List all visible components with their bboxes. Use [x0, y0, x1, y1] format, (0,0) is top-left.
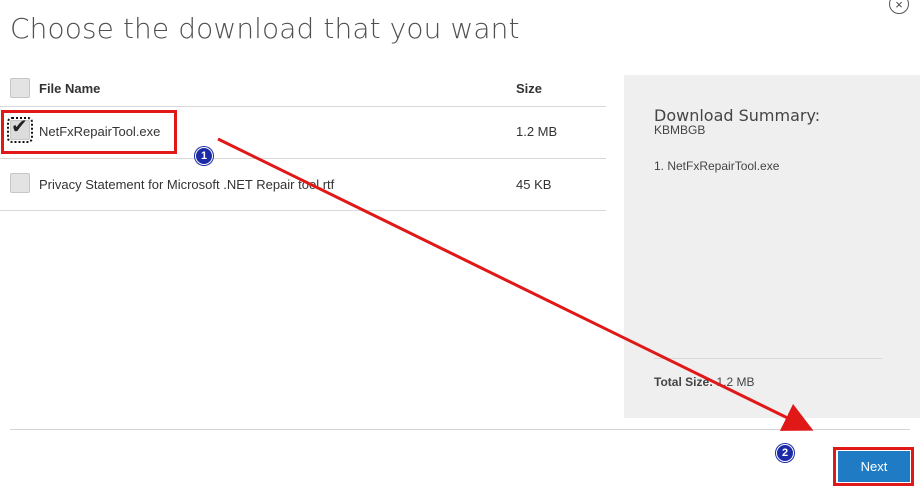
file-size: 45 KB [516, 177, 552, 192]
file-checkbox-privacy-statement[interactable] [10, 173, 30, 193]
step-badge-1: 1 [195, 147, 213, 165]
close-icon[interactable]: × [889, 0, 909, 14]
summary-total: Total Size: 1.2 MB [654, 375, 754, 389]
page-title: Choose the download that you want [10, 12, 520, 45]
column-header-size: Size [516, 81, 543, 96]
file-size: 1.2 MB [516, 124, 558, 139]
summary-kb: KBMBGB [654, 123, 706, 137]
file-name: Privacy Statement for Microsoft .NET Rep… [39, 177, 335, 192]
total-size-value: 1.2 MB [716, 375, 755, 389]
column-header-file-name: File Name [39, 81, 101, 96]
highlight-box-file [1, 110, 177, 154]
highlight-box-next [833, 447, 914, 486]
table-row[interactable]: Privacy Statement for Microsoft .NET Rep… [0, 158, 606, 211]
summary-item: 1. NetFxRepairTool.exe [654, 159, 780, 173]
select-all-checkbox[interactable] [10, 78, 30, 98]
footer-divider [10, 429, 910, 430]
summary-divider [654, 358, 882, 359]
total-size-label: Total Size: [654, 375, 714, 389]
step-badge-2: 2 [776, 444, 794, 462]
table-header: File Name Size [0, 70, 606, 107]
download-summary-panel: Download Summary: KBMBGB 1. NetFxRepairT… [624, 75, 920, 418]
